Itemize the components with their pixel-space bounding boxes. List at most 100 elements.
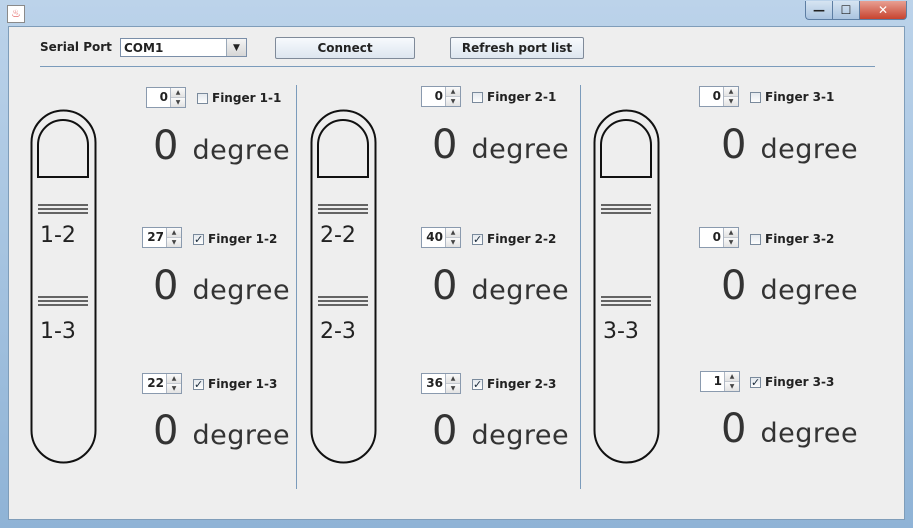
joint-1-2-checkbox[interactable]: ✓ Finger 1-2: [193, 232, 277, 246]
spinner-arrows: ▲ ▼: [445, 374, 460, 393]
degree-value: 0: [721, 406, 747, 452]
spinner-arrows: ▲ ▼: [445, 228, 460, 247]
chevron-down-icon[interactable]: ▼: [226, 39, 246, 56]
spin-down-icon[interactable]: ▼: [167, 237, 181, 247]
spin-down-icon[interactable]: ▼: [446, 96, 460, 106]
divider: [580, 85, 581, 489]
checkmark-icon[interactable]: ✓: [193, 378, 204, 390]
joint-1-1-spinner[interactable]: 0 ▲ ▼: [146, 87, 186, 108]
degree-unit: degree: [471, 275, 570, 306]
joint-1-2-spinner[interactable]: 27 ▲ ▼: [142, 227, 182, 248]
spinner-arrows: ▲ ▼: [166, 228, 181, 247]
spinner-value[interactable]: 22: [143, 374, 166, 393]
checkbox-box[interactable]: [750, 233, 761, 245]
joint-2-3-spinner[interactable]: 36 ▲ ▼: [421, 373, 461, 394]
finger-3-outline: [593, 109, 660, 464]
spin-down-icon[interactable]: ▼: [725, 381, 739, 391]
serial-port-label: Serial Port: [40, 40, 112, 54]
checkbox-label: Finger 2-3: [487, 377, 557, 391]
spinner-value[interactable]: 1: [701, 372, 724, 391]
joint-3-2-checkbox[interactable]: Finger 3-2: [750, 232, 834, 246]
serial-port-value: COM1: [124, 41, 164, 55]
spin-down-icon[interactable]: ▼: [724, 96, 738, 106]
checkmark-icon[interactable]: ✓: [750, 376, 761, 388]
checkbox-label: Finger 2-2: [487, 232, 557, 246]
joint-3-1-checkbox[interactable]: Finger 3-1: [750, 90, 834, 104]
spin-down-icon[interactable]: ▼: [724, 237, 738, 247]
main-panel: Serial Port COM1 ▼ Connect Refresh port …: [8, 26, 905, 520]
java-icon: ♨: [7, 5, 25, 23]
segment-label-2-3: 2-3: [320, 319, 356, 344]
spinner-value[interactable]: 40: [422, 228, 445, 247]
serial-port-select[interactable]: COM1 ▼: [120, 38, 247, 57]
checkbox-box[interactable]: [750, 91, 761, 103]
title-bar[interactable]: ♨ — ☐ ✕: [0, 0, 913, 26]
spinner-arrows: ▲ ▼: [170, 88, 185, 107]
joint-3-1-spinner[interactable]: 0 ▲ ▼: [699, 86, 739, 107]
spinner-value[interactable]: 0: [147, 88, 170, 107]
joint-2-2-checkbox[interactable]: ✓ Finger 2-2: [472, 232, 556, 246]
joint-1-3-checkbox[interactable]: ✓ Finger 1-3: [193, 377, 277, 391]
spin-down-icon[interactable]: ▼: [171, 97, 185, 107]
joint-1-3-spinner[interactable]: 22 ▲ ▼: [142, 373, 182, 394]
spin-up-icon[interactable]: ▲: [446, 87, 460, 96]
segment-label-3-3: 3-3: [603, 319, 639, 344]
close-button[interactable]: ✕: [859, 1, 907, 20]
spinner-arrows: ▲ ▼: [723, 228, 738, 247]
degree-unit: degree: [760, 418, 859, 449]
joint-3-1-degree-readout: 0 degree: [721, 122, 858, 168]
spin-up-icon[interactable]: ▲: [167, 228, 181, 237]
spin-up-icon[interactable]: ▲: [724, 87, 738, 96]
joint-3-2-degree-readout: 0 degree: [721, 263, 858, 309]
maximize-button[interactable]: ☐: [832, 1, 859, 20]
spin-up-icon[interactable]: ▲: [171, 88, 185, 97]
joint-3-2-spinner[interactable]: 0 ▲ ▼: [699, 227, 739, 248]
checkbox-label: Finger 1-2: [208, 232, 278, 246]
joint-2-1-checkbox[interactable]: Finger 2-1: [472, 90, 556, 104]
spin-up-icon[interactable]: ▲: [724, 228, 738, 237]
refresh-port-list-button[interactable]: Refresh port list: [450, 37, 584, 59]
degree-unit: degree: [192, 420, 291, 451]
spin-up-icon[interactable]: ▲: [167, 374, 181, 383]
joint-2-3-checkbox[interactable]: ✓ Finger 2-3: [472, 377, 556, 391]
spin-down-icon[interactable]: ▼: [446, 383, 460, 393]
joint-1-1-checkbox[interactable]: Finger 1-1: [197, 91, 281, 105]
degree-unit: degree: [760, 275, 859, 306]
connect-button[interactable]: Connect: [275, 37, 415, 59]
finger-1-diagram: 1-2 1-3: [30, 109, 98, 469]
spinner-value[interactable]: 0: [422, 87, 445, 106]
joint-2-1-degree-readout: 0 degree: [432, 122, 569, 168]
checkbox-label: Finger 3-1: [765, 90, 835, 104]
spin-up-icon[interactable]: ▲: [446, 374, 460, 383]
spin-down-icon[interactable]: ▼: [446, 237, 460, 247]
finger-1-outline: [30, 109, 97, 464]
degree-value: 0: [432, 263, 458, 309]
checkmark-icon[interactable]: ✓: [472, 378, 483, 390]
spin-up-icon[interactable]: ▲: [725, 372, 739, 381]
degree-unit: degree: [760, 134, 859, 165]
checkmark-icon[interactable]: ✓: [472, 233, 483, 245]
joint-2-2-spinner[interactable]: 40 ▲ ▼: [421, 227, 461, 248]
spin-up-icon[interactable]: ▲: [446, 228, 460, 237]
joint-1-3-degree-readout: 0 degree: [153, 408, 290, 454]
degree-value: 0: [432, 408, 458, 454]
checkbox-box[interactable]: [472, 91, 483, 103]
joint-2-3-degree-readout: 0 degree: [432, 408, 569, 454]
spinner-value[interactable]: 27: [143, 228, 166, 247]
degree-value: 0: [721, 263, 747, 309]
joint-3-3-checkbox[interactable]: ✓ Finger 3-3: [750, 375, 834, 389]
segment-label-1-3: 1-3: [40, 319, 76, 344]
minimize-button[interactable]: —: [805, 1, 832, 20]
finger-3-diagram: 3-3: [593, 109, 661, 469]
checkmark-icon[interactable]: ✓: [193, 233, 204, 245]
spinner-value[interactable]: 0: [700, 228, 723, 247]
checkbox-box[interactable]: [197, 92, 208, 104]
degree-unit: degree: [192, 135, 291, 166]
spin-down-icon[interactable]: ▼: [167, 383, 181, 393]
spinner-arrows: ▲ ▼: [445, 87, 460, 106]
spinner-value[interactable]: 0: [700, 87, 723, 106]
joint-1-2-degree-readout: 0 degree: [153, 263, 290, 309]
joint-3-3-spinner[interactable]: 1 ▲ ▼: [700, 371, 740, 392]
spinner-value[interactable]: 36: [422, 374, 445, 393]
joint-2-1-spinner[interactable]: 0 ▲ ▼: [421, 86, 461, 107]
